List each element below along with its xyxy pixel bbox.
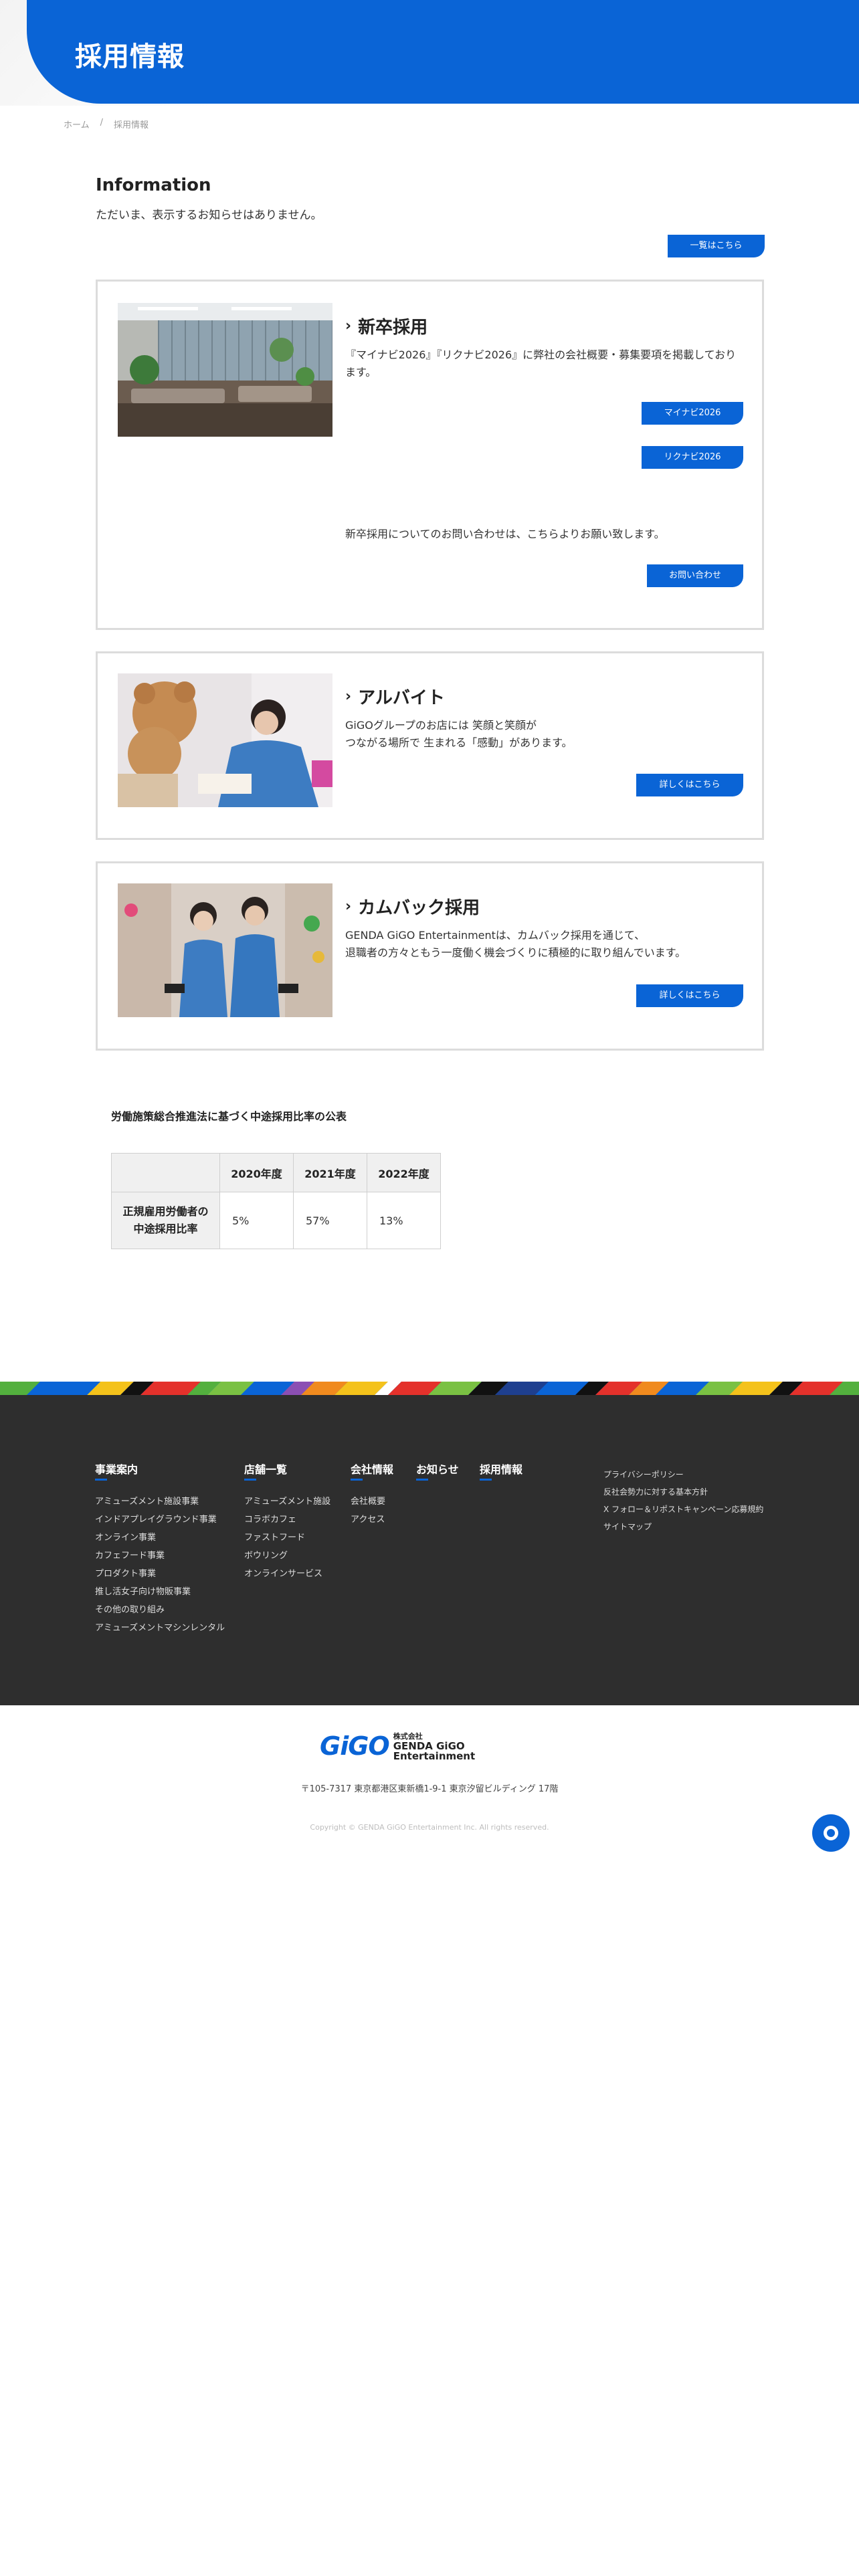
table-header-2020: 2020年度	[219, 1153, 294, 1192]
footer-stores-column: 店舗一覧 アミューズメント施設 コラボカフェ ファストフード ボウリング オンラ…	[244, 1461, 330, 1583]
parttime-details-button[interactable]: 詳しくはこちら	[636, 774, 743, 796]
table-row-label: 正規雇用労働者の 中途採用比率	[111, 1192, 220, 1249]
page-title: 採用情報	[75, 41, 185, 72]
rikunabi-2026-button[interactable]: リクナビ2026	[642, 446, 743, 469]
table-corner-cell	[111, 1153, 220, 1192]
comeback-title: › カムバック採用	[345, 894, 480, 919]
row-label-line-2: 中途採用比率	[133, 1222, 198, 1235]
anti-social-policy-link[interactable]: 反社会勢力に対する基本方針	[603, 1483, 763, 1501]
header-banner: 採用情報	[27, 0, 859, 104]
footer-side-links: プライバシーポリシー 反社会勢力に対する基本方針 X フォロー＆リポストキャンペ…	[603, 1466, 763, 1535]
information-title: Information	[96, 175, 211, 195]
footer-link[interactable]: アミューズメントマシンレンタル	[95, 1619, 225, 1637]
comeback-details-button[interactable]: 詳しくはこちら	[636, 984, 743, 1007]
logo-company-name: GENDA GiGO Entertainment	[393, 1739, 476, 1762]
ratio-2021: 57%	[293, 1192, 367, 1249]
company-logo[interactable]: GiGO 株式会社 GENDA GiGO Entertainment	[320, 1731, 541, 1761]
comeback-description: GENDA GiGO Entertainmentは、カムバック採用を通じて、 退…	[345, 929, 686, 959]
footer-business-heading[interactable]: 事業案内	[95, 1461, 138, 1481]
newgrad-contact-text: 新卒採用についてのお問い合わせは、こちらよりお願い致します。	[345, 528, 665, 540]
table-header-2021: 2021年度	[293, 1153, 367, 1192]
x-campaign-terms-link[interactable]: X フォロー＆リポストキャンペーン応募規約	[603, 1501, 763, 1518]
newgrad-description: 『マイナビ2026』『リクナビ2026』に弊社の会社概要・募集要項を掲載しており…	[345, 348, 737, 379]
footer-link[interactable]: コラボカフェ	[244, 1511, 330, 1529]
company-address: 〒105-7317 東京都港区東新橋1-9-1 東京汐留ビルディング 17階	[300, 1784, 559, 1794]
ratio-2022: 13%	[367, 1192, 441, 1249]
table-header-row: 2020年度 2021年度 2022年度	[111, 1153, 441, 1192]
footer-link[interactable]: その他の取り組み	[95, 1601, 225, 1619]
table-header-2022: 2022年度	[367, 1153, 441, 1192]
mid-career-ratio-table: 2020年度 2021年度 2022年度 正規雇用労働者の 中途採用比率 5% …	[111, 1153, 441, 1249]
footer-link[interactable]: アミューズメント施設事業	[95, 1493, 225, 1511]
chat-button[interactable]	[812, 1814, 850, 1852]
office-lobby-photo	[118, 303, 332, 437]
breadcrumb: ホーム / 採用情報	[64, 118, 149, 130]
row-label-line-1: 正規雇用労働者の	[122, 1205, 209, 1218]
information-message: ただいま、表示するお知らせはありません。	[96, 209, 322, 222]
footer-company-heading[interactable]: 会社情報	[351, 1461, 393, 1481]
footer-link[interactable]: オンラインサービス	[244, 1565, 330, 1583]
chevron-right-icon: ›	[345, 898, 352, 915]
card-comeback: › カムバック採用 GENDA GiGO Entertainmentは、カムバッ…	[96, 861, 764, 1051]
contact-button[interactable]: お問い合わせ	[647, 564, 743, 587]
breadcrumb-separator: /	[100, 118, 104, 128]
mynavi-2026-button[interactable]: マイナビ2026	[642, 402, 743, 425]
footer-link[interactable]: オンライン事業	[95, 1529, 225, 1547]
parttime-staff-photo	[118, 673, 332, 807]
footer-stores-heading[interactable]: 店舗一覧	[244, 1461, 287, 1481]
comeback-staff-photo	[118, 883, 332, 1017]
footer-link[interactable]: カフェフード事業	[95, 1547, 225, 1565]
footer-link[interactable]: アクセス	[351, 1511, 393, 1529]
parttime-title: › アルバイト	[345, 684, 445, 709]
breadcrumb-current: 採用情報	[114, 120, 149, 130]
breadcrumb-home-link[interactable]: ホーム	[64, 118, 90, 130]
footer-link[interactable]: ファストフード	[244, 1529, 330, 1547]
footer-link[interactable]: プロダクト事業	[95, 1565, 225, 1583]
parttime-description: GiGOグループのお店には 笑顔と笑顔が つながる場所で 生まれる「感動」があり…	[345, 719, 573, 749]
comeback-title-text: カムバック採用	[358, 898, 480, 918]
newgrad-title-text: 新卒採用	[358, 318, 428, 338]
chat-icon	[824, 1826, 838, 1840]
footer-company-column: 会社情報 会社概要 アクセス	[351, 1461, 393, 1529]
logo-text: 株式会社 GENDA GiGO Entertainment	[393, 1731, 541, 1761]
news-list-button[interactable]: 一覧はこちら	[668, 235, 765, 257]
copyright-text: Copyright © GENDA GiGO Entertainment Inc…	[310, 1823, 549, 1832]
rainbow-stripe	[0, 1382, 859, 1395]
table-row: 正規雇用労働者の 中途採用比率 5% 57% 13%	[111, 1192, 441, 1249]
footer-link[interactable]: インドアプレイグラウンド事業	[95, 1511, 225, 1529]
footer-recruit-heading[interactable]: 採用情報	[480, 1461, 522, 1481]
privacy-policy-link[interactable]: プライバシーポリシー	[603, 1466, 763, 1483]
site-footer: 事業案内 アミューズメント施設事業 インドアプレイグラウンド事業 オンライン事業…	[0, 1395, 859, 1705]
header-background: 採用情報	[0, 0, 859, 106]
footer-link[interactable]: 推し活女子向け物販事業	[95, 1583, 225, 1601]
gigo-logo-mark: GiGO	[320, 1731, 390, 1761]
chevron-right-icon: ›	[345, 688, 352, 705]
newgrad-title: › 新卒採用	[345, 314, 427, 338]
footer-link[interactable]: アミューズメント施設	[244, 1493, 330, 1511]
footer-link[interactable]: ボウリング	[244, 1547, 330, 1565]
parttime-title-text: アルバイト	[358, 688, 445, 708]
card-newgrad: › 新卒採用 『マイナビ2026』『リクナビ2026』に弊社の会社概要・募集要項…	[96, 280, 764, 630]
footer-link[interactable]: 会社概要	[351, 1493, 393, 1511]
sitemap-link[interactable]: サイトマップ	[603, 1518, 763, 1535]
card-parttime: › アルバイト GiGOグループのお店には 笑顔と笑顔が つながる場所で 生まれ…	[96, 651, 764, 840]
chevron-right-icon: ›	[345, 318, 352, 334]
mid-career-ratio-title: 労働施策総合推進法に基づく中途採用比率の公表	[111, 1110, 347, 1123]
ratio-2020: 5%	[219, 1192, 294, 1249]
footer-business-column: 事業案内 アミューズメント施設事業 インドアプレイグラウンド事業 オンライン事業…	[95, 1461, 225, 1637]
footer-news-heading[interactable]: お知らせ	[416, 1461, 459, 1481]
